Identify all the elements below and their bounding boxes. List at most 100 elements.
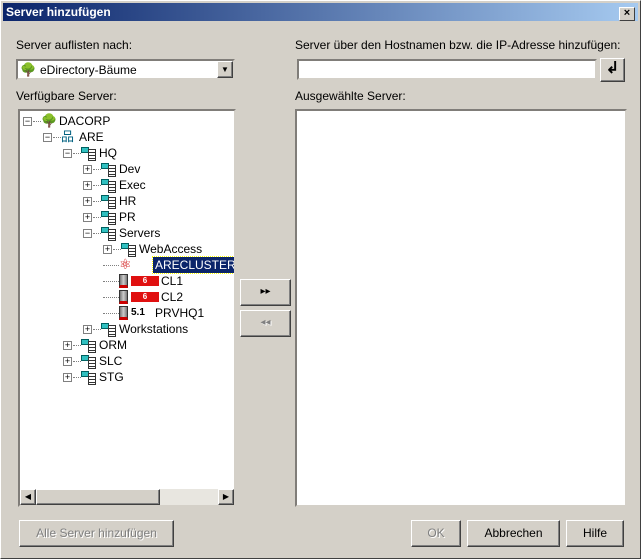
tree-node[interactable]: 5.1 PRVHQ1 [20, 305, 234, 321]
tree-node[interactable]: + STG [20, 369, 234, 385]
expand-icon[interactable]: + [63, 357, 72, 366]
tree-node[interactable]: + WebAccess [20, 241, 234, 257]
tree-node-label: Servers [119, 226, 161, 240]
tree-line [93, 217, 101, 218]
enter-icon[interactable]: ↲ [600, 58, 625, 82]
cancel-button[interactable]: Abbrechen [467, 520, 560, 547]
expand-icon[interactable]: + [83, 325, 92, 334]
scroll-right-button[interactable]: ▶ [218, 489, 234, 505]
tree-node[interactable]: 6 CL1 [20, 273, 234, 289]
chevron-down-icon[interactable]: ▼ [217, 61, 233, 78]
tree-node-label: STG [99, 370, 124, 384]
tree-node[interactable]: + SLC [20, 353, 234, 369]
tree-node-label: WebAccess [139, 242, 203, 256]
tree-node[interactable]: + Workstations [20, 321, 234, 337]
expand-icon[interactable]: + [63, 341, 72, 350]
expand-icon[interactable]: + [83, 213, 92, 222]
tree-line [93, 201, 101, 202]
tree-node-label: PR [119, 210, 136, 224]
tree-line [103, 281, 119, 282]
dialog-window: Server hinzufügen × Server auflisten nac… [0, 0, 641, 559]
tree-line [113, 249, 121, 250]
org-unit-icon [81, 355, 96, 369]
tree-line [73, 361, 81, 362]
horizontal-scrollbar[interactable]: ◀ ▶ [20, 489, 234, 505]
version-label: 5.1 [131, 307, 145, 318]
version-badge: 6 [131, 292, 159, 302]
tree-line [73, 345, 81, 346]
tree-line [93, 185, 101, 186]
close-button[interactable]: × [619, 7, 635, 21]
collapse-icon[interactable]: − [83, 229, 92, 238]
tree-node[interactable]: + HR [20, 193, 234, 209]
tree-node[interactable]: − 品 ARE [20, 129, 234, 145]
list-by-combo[interactable]: 🌳 eDirectory-Bäume ▼ [16, 59, 235, 80]
org-unit-icon [101, 211, 116, 225]
tree-node-label: ORM [99, 338, 127, 352]
ok-button[interactable]: OK [411, 520, 461, 547]
org-unit-icon [81, 339, 96, 353]
host-input[interactable] [297, 59, 597, 80]
tree-node[interactable]: + Exec [20, 177, 234, 193]
available-servers-tree[interactable]: − 🌳 DACORP − 品 ARE − HQ + Dev + Exec + HR + PR − Servers +… [18, 109, 236, 507]
tree-node[interactable]: − 🌳 DACORP [20, 113, 234, 129]
tree-node-label: CL1 [161, 274, 184, 288]
scroll-thumb[interactable] [36, 489, 160, 505]
tree-node-label: SLC [99, 354, 123, 368]
combo-value: eDirectory-Bäume [40, 63, 137, 77]
expand-icon[interactable]: + [83, 197, 92, 206]
tree-node-label: ARE [79, 130, 104, 144]
collapse-icon[interactable]: − [63, 149, 72, 158]
server-icon [119, 306, 128, 320]
tree-node-label: PRVHQ1 [155, 306, 205, 320]
cluster-icon: ⚛ [119, 256, 132, 272]
expand-icon[interactable]: + [83, 165, 92, 174]
tree-node-label: ARECLUSTER [152, 256, 236, 274]
org-unit-icon [101, 163, 116, 177]
tree-node[interactable]: + ORM [20, 337, 234, 353]
org-unit-icon [81, 147, 96, 161]
expand-icon[interactable]: + [63, 373, 72, 382]
tree-line [103, 313, 119, 314]
tree-node[interactable]: − HQ [20, 145, 234, 161]
collapse-icon[interactable]: − [23, 117, 32, 126]
tree-line [103, 265, 119, 266]
tree-line [93, 233, 101, 234]
expand-icon[interactable]: + [83, 181, 92, 190]
tree-line [93, 329, 101, 330]
server-icon [119, 290, 128, 304]
tree-node-label: Exec [119, 178, 146, 192]
org-unit-icon [101, 323, 116, 337]
tree-node[interactable]: ⚛ ARECLUSTER [20, 256, 236, 274]
selected-servers-list[interactable] [295, 109, 627, 507]
collapse-icon[interactable]: − [43, 133, 52, 142]
remove-server-button[interactable]: ◂◂ [240, 310, 291, 337]
tree-icon: 🌳 [41, 113, 58, 128]
tree-node[interactable]: + PR [20, 209, 234, 225]
org-unit-icon [81, 371, 96, 385]
tree-line [53, 137, 61, 138]
tree-line [103, 297, 119, 298]
scroll-left-button[interactable]: ◀ [20, 489, 36, 505]
tree-node-label: DACORP [59, 114, 111, 128]
tree-node-label: HQ [99, 146, 117, 160]
add-all-servers-button[interactable]: Alle Server hinzufügen [19, 520, 174, 547]
tree-icon: 🌳 [20, 62, 37, 77]
tree-node-label: Workstations [119, 322, 189, 336]
org-unit-icon [101, 227, 116, 241]
selected-servers-label: Ausgewählte Server: [295, 89, 406, 103]
help-button[interactable]: Hilfe [566, 520, 624, 547]
host-label: Server über den Hostnamen bzw. die IP-Ad… [295, 38, 621, 52]
organization-icon: 品 [61, 129, 75, 144]
tree-node[interactable]: + Dev [20, 161, 234, 177]
org-unit-icon [101, 195, 116, 209]
add-server-button[interactable]: ▸▸ [240, 279, 291, 306]
tree-node[interactable]: − Servers [20, 225, 234, 241]
expand-icon[interactable]: + [103, 245, 112, 254]
tree-node[interactable]: 6 CL2 [20, 289, 234, 305]
version-badge: 6 [131, 276, 159, 286]
tree-line [73, 153, 81, 154]
tree-node-label: HR [119, 194, 137, 208]
tree-line [73, 377, 81, 378]
title-bar: Server hinzufügen × [3, 3, 638, 21]
